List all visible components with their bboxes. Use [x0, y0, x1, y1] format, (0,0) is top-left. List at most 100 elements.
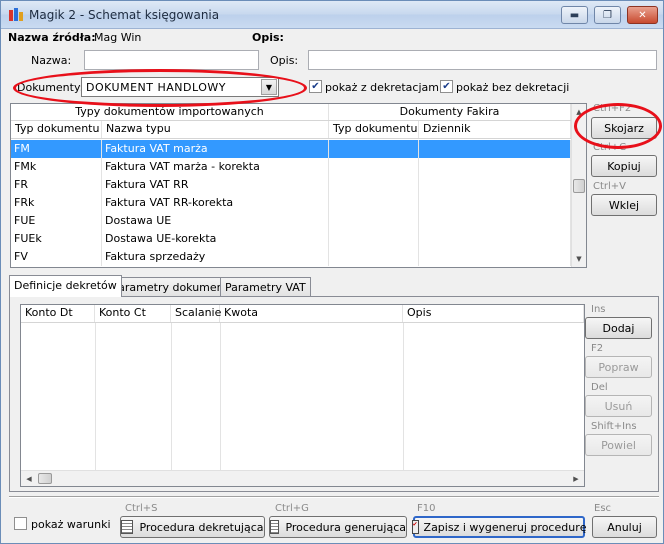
table-row[interactable]: FUE Dostawa UE [11, 212, 571, 230]
table-row[interactable]: FM Faktura VAT marża [11, 140, 571, 158]
decree-grid[interactable]: Konto Dt Konto Ct Scalanie Kwota Opis ◀ … [20, 304, 585, 487]
procedura-dekretujaca-label: Procedura dekretująca [139, 520, 264, 534]
close-button[interactable]: ✕ [627, 6, 658, 24]
row-dziennik [419, 158, 571, 176]
row-name: Faktura VAT marża [102, 140, 329, 158]
table-row[interactable]: FV Faktura sprzedaży [11, 248, 571, 266]
col-typ-dokumentu[interactable]: Typ dokumentu [11, 121, 102, 138]
usun-shortcut: Del [591, 382, 608, 393]
tab-parametry-vat[interactable]: Parametry VAT [220, 277, 311, 297]
scroll-down-icon[interactable]: ▼ [572, 251, 586, 267]
table-row[interactable]: FMk Faktura VAT marża - korekta [11, 158, 571, 176]
col-konto-dt[interactable]: Konto Dt [21, 305, 95, 322]
tab-definicje-dekretow[interactable]: Definicje dekretów [9, 275, 122, 297]
popraw-shortcut: F2 [591, 343, 604, 354]
row-dziennik [419, 176, 571, 194]
tab-panel: Konto Dt Konto Ct Scalanie Kwota Opis ◀ … [9, 296, 659, 492]
row-name: Faktura VAT marża - korekta [102, 158, 329, 176]
skojarz-shortcut: Ctrl+F2 [593, 103, 632, 114]
maximize-icon: ❐ [603, 9, 612, 21]
grid-vscrollbar[interactable]: ▲ ▼ [571, 104, 586, 267]
col-opis[interactable]: Opis [403, 305, 584, 322]
col-dziennik[interactable]: Dziennik [419, 121, 571, 138]
opis-label: Opis: [270, 54, 299, 67]
row-code: FMk [11, 158, 102, 176]
nazwa-label: Nazwa: [31, 54, 72, 67]
powiel-button[interactable]: Powiel [585, 434, 652, 456]
dodaj-button[interactable]: Dodaj [585, 317, 652, 339]
kopiuj-button[interactable]: Kopiuj [591, 155, 657, 177]
procedure-doc-icon [121, 520, 134, 534]
col-konto-ct[interactable]: Konto Ct [95, 305, 171, 322]
chk-z-dekretacjami[interactable]: ✔ [309, 80, 322, 93]
col-nazwa-typu[interactable]: Nazwa typu [102, 121, 329, 138]
row-code: FUE [11, 212, 102, 230]
chk-bez-dekretacji-label: pokaż bez dekretacji [456, 81, 570, 94]
minimize-button[interactable]: ▬ [561, 6, 588, 24]
procedura-dekretujaca-button[interactable]: Procedura dekretująca [120, 516, 265, 538]
scroll-right-icon[interactable]: ▶ [568, 471, 584, 486]
chevron-down-icon[interactable]: ▼ [261, 79, 277, 95]
zapisz-button[interactable]: ✔ Zapisz i wygeneruj procedurę [411, 516, 587, 538]
row-fakir-typ [329, 230, 419, 248]
col-fakir-typ[interactable]: Typ dokumentu [329, 121, 419, 138]
decree-grid-header: Konto Dt Konto Ct Scalanie Kwota Opis [21, 305, 584, 323]
popraw-button[interactable]: Popraw [585, 356, 652, 378]
anuluj-button[interactable]: Anuluj [592, 516, 657, 538]
chk-pokaz-warunki[interactable] [14, 517, 27, 530]
scroll-thumb[interactable] [573, 179, 585, 193]
col-divider [95, 323, 96, 470]
row-dziennik [419, 140, 571, 158]
row-code: FUEk [11, 230, 102, 248]
hscroll-thumb[interactable] [38, 473, 52, 484]
chk-z-dekretacjami-label: pokaż z dekretacjami [325, 81, 443, 94]
row-code: FM [11, 140, 102, 158]
procedura-generujaca-button[interactable]: Procedura generująca [269, 516, 407, 538]
title-bar[interactable]: Magik 2 - Schemat księgowania ▬ ❐ ✕ [1, 1, 663, 29]
chk-bez-dekretacji[interactable]: ✔ [440, 80, 453, 93]
procedure-doc-icon [270, 520, 280, 534]
row-dziennik [419, 230, 571, 248]
grid-group-header: Typy dokumentów importowanych Dokumenty … [11, 104, 571, 121]
source-opis-label: Opis: [252, 31, 284, 44]
table-row[interactable]: FR Faktura VAT RR [11, 176, 571, 194]
row-dziennik [419, 248, 571, 266]
anuluj-shortcut: Esc [594, 503, 612, 514]
table-row[interactable]: FUEk Dostawa UE-korekta [11, 230, 571, 248]
opis-input[interactable] [308, 50, 657, 70]
dokumenty-value: DOKUMENT HANDLOWY [86, 81, 226, 94]
group-header-right: Dokumenty Fakira [329, 104, 571, 120]
row-code: FV [11, 248, 102, 266]
dokumenty-label: Dokumenty: [17, 81, 84, 94]
procedura-generujaca-label: Procedura generująca [285, 520, 406, 534]
skojarz-button[interactable]: Skojarz [591, 117, 657, 139]
proc-gen-shortcut: Ctrl+G [275, 503, 309, 514]
scroll-up-icon[interactable]: ▲ [572, 104, 586, 120]
nazwa-input[interactable] [84, 50, 259, 70]
main-window: Magik 2 - Schemat księgowania ▬ ❐ ✕ Nazw… [0, 0, 664, 544]
kopiuj-shortcut: Ctrl+C [593, 142, 627, 153]
decree-hscrollbar[interactable]: ◀ ▶ [21, 470, 584, 486]
row-fakir-typ [329, 140, 419, 158]
col-divider [403, 323, 404, 470]
row-name: Faktura sprzedaży [102, 248, 329, 266]
table-row[interactable]: FRk Faktura VAT RR-korekta [11, 194, 571, 212]
scroll-left-icon[interactable]: ◀ [21, 471, 37, 486]
col-divider [171, 323, 172, 470]
usun-button[interactable]: Usuń [585, 395, 652, 417]
row-dziennik [419, 194, 571, 212]
wklej-button[interactable]: Wklej [591, 194, 657, 216]
col-kwota[interactable]: Kwota [220, 305, 403, 322]
footer-separator [9, 496, 659, 498]
proc-dekret-shortcut: Ctrl+S [125, 503, 158, 514]
row-fakir-typ [329, 248, 419, 266]
close-icon: ✕ [638, 9, 647, 21]
grid-column-header: Typ dokumentu Nazwa typu Typ dokumentu D… [11, 121, 571, 139]
row-fakir-typ [329, 212, 419, 230]
maximize-button[interactable]: ❐ [594, 6, 621, 24]
col-scalanie[interactable]: Scalanie [171, 305, 221, 322]
sql-save-icon: ✔ [411, 520, 419, 534]
pokaz-warunki-label: pokaż warunki [31, 518, 111, 531]
dokumenty-select[interactable]: DOKUMENT HANDLOWY ▼ [81, 77, 279, 97]
document-types-grid[interactable]: Typy dokumentów importowanych Dokumenty … [10, 103, 587, 268]
